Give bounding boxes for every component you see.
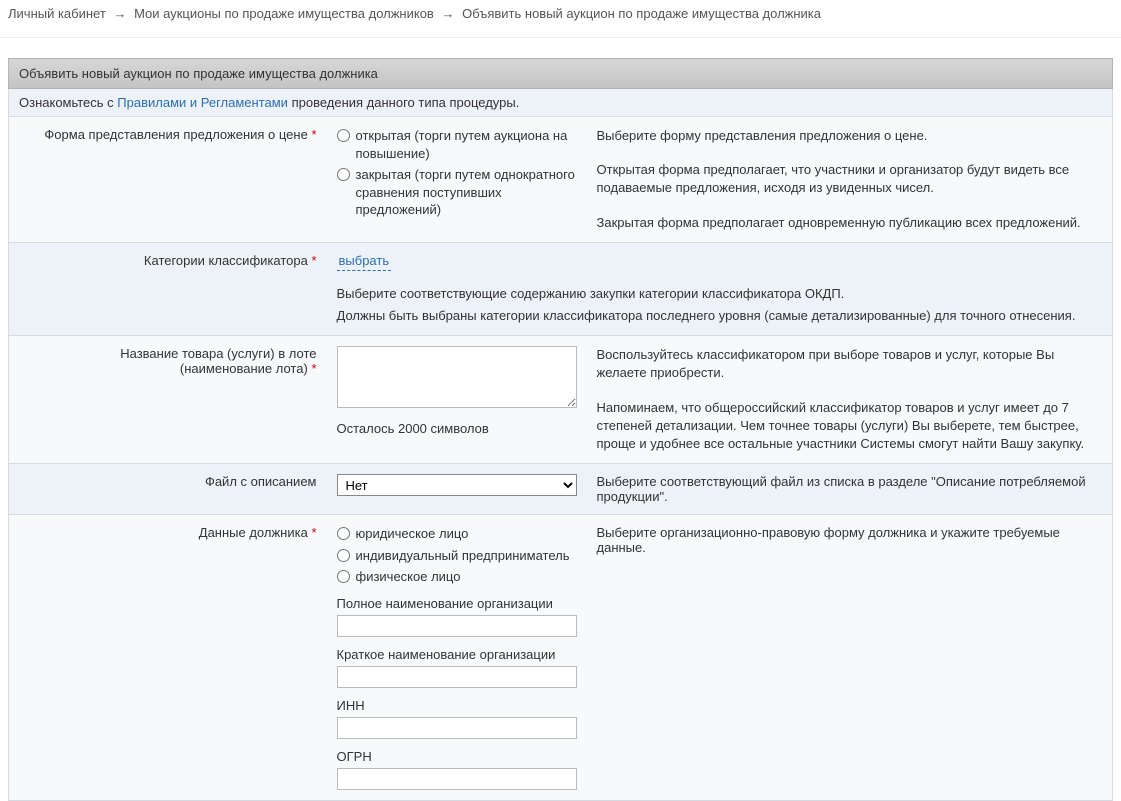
price-form-open-label[interactable]: открытая (торги путем аукциона на повыше… [356, 127, 577, 162]
debtor-ogrn-label: ОГРН [337, 749, 577, 764]
file-label: Файл с описанием [9, 464, 327, 515]
debtor-legal-radio[interactable] [337, 527, 350, 540]
required-mark: * [311, 127, 316, 142]
debtor-person-label[interactable]: физическое лицо [356, 568, 461, 586]
debtor-inn-label: ИНН [337, 698, 577, 713]
lot-name-chars-left: Осталось 2000 символов [337, 421, 577, 436]
required-mark: * [311, 361, 316, 376]
debtor-ip-label[interactable]: индивидуальный предприниматель [356, 547, 570, 565]
breadcrumb-item-2[interactable]: Мои аукционы по продаже имущества должни… [134, 6, 434, 21]
price-form-label: Форма представления предложения о цене * [9, 117, 327, 242]
file-desc: Выберите соответствующий файл из списка … [587, 464, 1113, 515]
debtor-ogrn-input[interactable] [337, 768, 577, 790]
debtor-desc: Выберите организационно-правовую форму д… [587, 515, 1113, 801]
debtor-short-name-input[interactable] [337, 666, 577, 688]
breadcrumb-sep: → [109, 6, 130, 21]
rules-link[interactable]: Правилами и Регламентами [117, 95, 288, 110]
price-form-closed-radio[interactable] [337, 168, 350, 181]
classifier-select-link[interactable]: выбрать [337, 253, 392, 271]
panel-title: Объявить новый аукцион по продаже имущес… [8, 58, 1113, 89]
price-form-desc-closed: Закрытая форма предполагает одновременну… [597, 214, 1103, 232]
classifier-label: Категории классификатора * [9, 242, 327, 335]
notice-bar: Ознакомьтесь с Правилами и Регламентами … [8, 89, 1113, 117]
debtor-full-name-label: Полное наименование организации [337, 596, 577, 611]
debtor-short-name-label: Краткое наименование организации [337, 647, 577, 662]
debtor-inn-input[interactable] [337, 717, 577, 739]
debtor-full-name-input[interactable] [337, 615, 577, 637]
debtor-ip-radio[interactable] [337, 549, 350, 562]
notice-pre: Ознакомьтесь с [19, 95, 117, 110]
debtor-person-radio[interactable] [337, 570, 350, 583]
price-form-open-radio[interactable] [337, 129, 350, 142]
lot-name-textarea[interactable] [337, 346, 577, 408]
price-form-desc-open: Открытая форма предполагает, что участни… [597, 161, 1103, 197]
breadcrumb-item-3: Объявить новый аукцион по продаже имущес… [462, 6, 821, 21]
price-form-closed-label[interactable]: закрытая (торги путем однократного сравн… [356, 166, 577, 219]
form-panel: Объявить новый аукцион по продаже имущес… [8, 58, 1113, 801]
lot-name-desc-2: Напоминаем, что общероссийский классифик… [597, 399, 1103, 454]
breadcrumb-item-1[interactable]: Личный кабинет [8, 6, 106, 21]
notice-post: проведения данного типа процедуры. [288, 95, 519, 110]
debtor-legal-label[interactable]: юридическое лицо [356, 525, 469, 543]
required-mark: * [311, 253, 316, 268]
breadcrumb-sep: → [437, 6, 458, 21]
debtor-label: Данные должника * [9, 515, 327, 801]
price-form-desc-intro: Выберите форму представления предложения… [597, 127, 1103, 145]
lot-name-label: Название товара (услуги) в лоте (наимено… [9, 336, 327, 464]
classifier-help-1: Выберите соответствующие содержанию заку… [337, 285, 1103, 303]
lot-name-desc-1: Воспользуйтесь классификатором при выбор… [597, 346, 1103, 382]
file-select[interactable]: Нет [337, 474, 577, 496]
required-mark: * [311, 525, 316, 540]
classifier-help-2: Должны быть выбраны категории классифика… [337, 307, 1103, 325]
breadcrumb: Личный кабинет → Мои аукционы по продаже… [0, 0, 1121, 38]
